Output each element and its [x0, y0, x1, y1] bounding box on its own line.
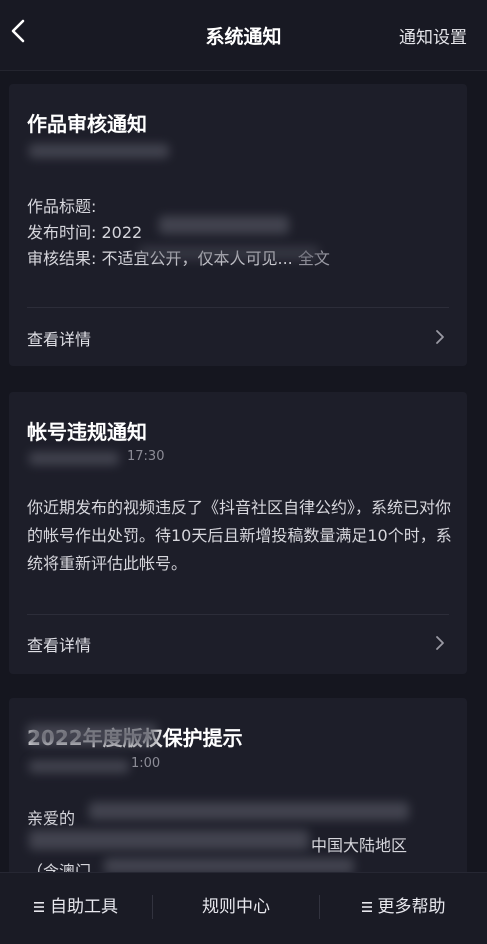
redacted-date	[29, 452, 119, 465]
body-line-1: 亲爱的	[27, 809, 76, 828]
redacted-timestamp	[29, 144, 169, 158]
review-result-label: 审核结果:	[27, 249, 97, 268]
tab-label: 自助工具	[50, 897, 118, 917]
card-title: 作品审核通知	[27, 112, 147, 136]
more-help-tab[interactable]: 更多帮助	[320, 873, 487, 944]
violation-message: 你近期发布的视频违反了《抖音社区自律公约》，系统已对你的帐号作出处罚。待10天后…	[27, 498, 452, 573]
publish-time-label: 发布时间:	[27, 223, 97, 242]
top-nav-bar: 系统通知 通知设置	[0, 0, 487, 71]
tab-label: 更多帮助	[377, 897, 446, 917]
card-timestamp: 1:00	[131, 756, 161, 771]
notification-settings-button[interactable]: 通知设置	[399, 23, 467, 48]
publish-time-value: 2022	[101, 223, 143, 242]
publish-time-line: 发布时间: 2022	[27, 219, 142, 243]
self-service-tools-tab[interactable]: 自助工具	[0, 873, 152, 944]
card-timestamp: 17:30	[127, 449, 165, 464]
bottom-toolbar: 自助工具 规则中心 更多帮助	[0, 872, 487, 944]
redacted-body-2	[29, 830, 309, 850]
redacted-publish-time	[159, 216, 289, 234]
card-title: 帐号违规通知	[27, 420, 147, 444]
rules-center-tab[interactable]: 规则中心	[153, 873, 319, 944]
view-details-link[interactable]: 查看详情	[27, 632, 91, 656]
view-details-link[interactable]: 查看详情	[27, 326, 91, 350]
redacted-date	[29, 760, 129, 773]
menu-icon	[361, 902, 372, 912]
redacted-result	[139, 246, 319, 260]
copyright-notice-card[interactable]: 2022年度版权保护提示 1:00 亲爱的 中国大陆地区 （含澳门	[9, 698, 467, 898]
chevron-right-icon[interactable]	[435, 329, 445, 345]
redacted-title	[27, 724, 157, 746]
violation-notice-card[interactable]: 帐号违规通知 17:30 你近期发布的视频违反了《抖音社区自律公约》，系统已对你…	[9, 392, 467, 674]
work-title-label: 作品标题:	[27, 197, 97, 216]
work-title-line: 作品标题:	[27, 193, 96, 217]
review-notice-card[interactable]: 作品审核通知 作品标题: 发布时间: 2022 审核结果: 不适宜公开，仅本人可…	[9, 84, 467, 366]
redacted-body-1	[89, 802, 409, 820]
tab-label: 规则中心	[202, 897, 270, 917]
menu-icon	[34, 902, 44, 912]
chevron-right-icon[interactable]	[435, 635, 445, 651]
card-divider	[27, 614, 449, 615]
body-line-2: 中国大陆地区	[311, 836, 408, 855]
card-divider	[27, 307, 449, 308]
